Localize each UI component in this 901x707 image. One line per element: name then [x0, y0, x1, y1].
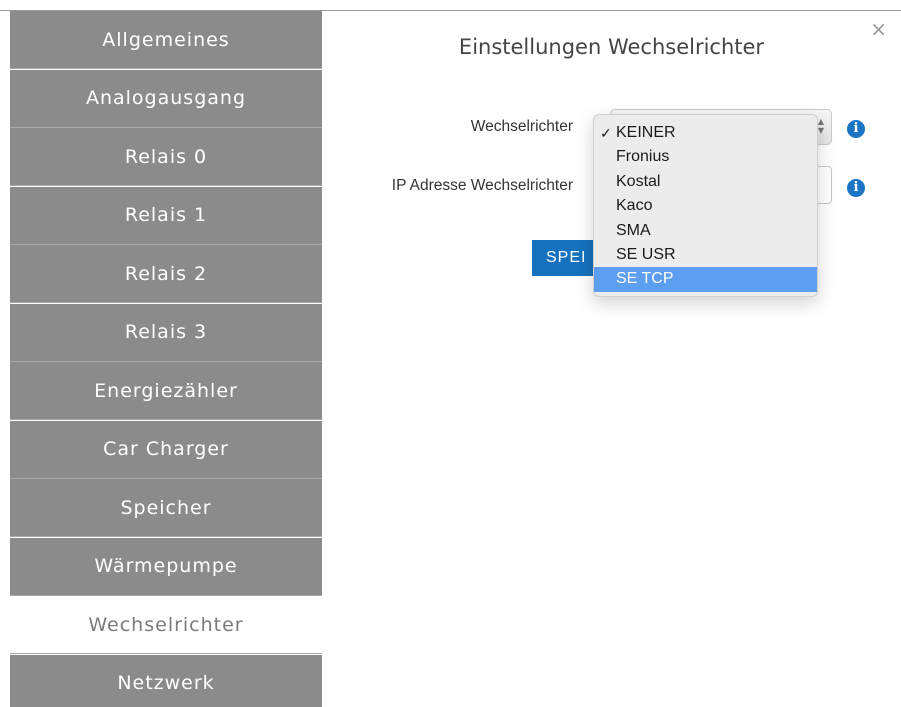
ip-address-label: IP Adresse Wechselrichter [391, 177, 573, 194]
settings-window: Allgemeines Analogausgang Relais 0 Relai… [0, 0, 901, 707]
inverter-label: Wechselrichter [470, 118, 573, 135]
sidebar-item-energiezaehler[interactable]: Energiezähler [10, 362, 322, 420]
sidebar-item-relais-3[interactable]: Relais 3 [10, 303, 322, 362]
option-label: Kostal [616, 172, 661, 190]
dropdown-option-se-tcp[interactable]: SE TCP [594, 267, 817, 292]
page-title: Einstellungen Wechselrichter [458, 35, 765, 59]
checkmark-icon: ✓ [600, 125, 612, 141]
option-label: Fronius [616, 148, 670, 166]
sidebar-item-analogausgang[interactable]: Analogausgang [10, 69, 322, 128]
inverter-dropdown-menu: ✓ KEINER Fronius Kostal Kaco SMA SE USR … [593, 114, 818, 297]
sidebar-item-netzwerk[interactable]: Netzwerk [10, 654, 322, 707]
sidebar-item-relais-1[interactable]: Relais 1 [10, 186, 322, 245]
sidebar-item-wechselrichter[interactable]: Wechselrichter [10, 596, 322, 654]
dropdown-option-kaco[interactable]: Kaco [594, 194, 817, 218]
option-label: Kaco [616, 197, 653, 215]
dropdown-option-sma[interactable]: SMA [594, 219, 817, 243]
dropdown-option-se-usr[interactable]: SE USR [594, 243, 817, 267]
dropdown-option-keiner[interactable]: ✓ KEINER [594, 121, 817, 145]
sidebar: Allgemeines Analogausgang Relais 0 Relai… [10, 11, 322, 707]
info-icon[interactable]: i [847, 179, 865, 197]
sidebar-item-car-charger[interactable]: Car Charger [10, 420, 322, 479]
info-icon[interactable]: i [847, 120, 865, 138]
dropdown-option-kostal[interactable]: Kostal [594, 170, 817, 194]
dropdown-option-fronius[interactable]: Fronius [594, 145, 817, 169]
chevron-up-down-icon: ▲ ▼ [817, 117, 825, 135]
sidebar-item-relais-0[interactable]: Relais 0 [10, 128, 322, 186]
settings-panel: × Einstellungen Wechselrichter Wechselri… [322, 11, 901, 707]
top-divider [0, 0, 901, 11]
option-label: SMA [616, 221, 651, 239]
option-label: SE TCP [616, 270, 674, 288]
sidebar-item-waermepumpe[interactable]: Wärmepumpe [10, 537, 322, 596]
sidebar-item-speicher[interactable]: Speicher [10, 479, 322, 537]
option-label: KEINER [616, 124, 676, 141]
sidebar-item-relais-2[interactable]: Relais 2 [10, 245, 322, 303]
sidebar-item-allgemeines[interactable]: Allgemeines [10, 11, 322, 69]
option-label: SE USR [616, 245, 676, 263]
